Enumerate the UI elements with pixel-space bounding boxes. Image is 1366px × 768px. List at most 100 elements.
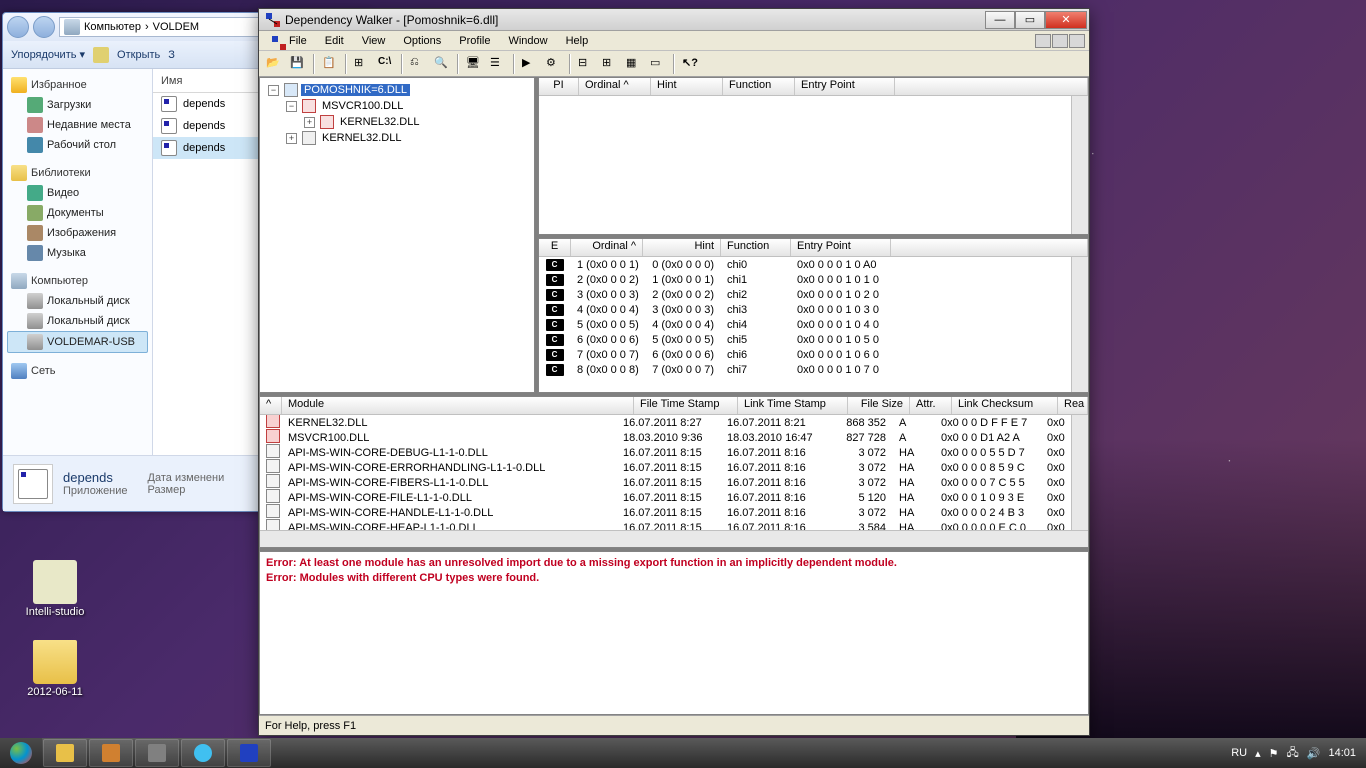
- mdi-restore[interactable]: [1052, 34, 1068, 48]
- imports-list[interactable]: [539, 96, 1071, 234]
- whatsthis-button[interactable]: ↖?: [679, 53, 701, 75]
- save-button[interactable]: 💾: [287, 53, 309, 75]
- module-row[interactable]: API-MS-WIN-CORE-DEBUG-L1-1-0.DLL16.07.20…: [260, 445, 1071, 460]
- tray-flag-icon[interactable]: ▴: [1255, 747, 1261, 760]
- lang-indicator[interactable]: RU: [1231, 747, 1247, 759]
- col-icon[interactable]: ^: [260, 397, 282, 414]
- module-row[interactable]: API-MS-WIN-CORE-HEAP-L1-1-0.DLL16.07.201…: [260, 520, 1071, 530]
- desktop-icon-intelli-studio[interactable]: Intelli-studio: [20, 560, 90, 618]
- maximize-button[interactable]: ▭: [1015, 11, 1045, 29]
- col-linkchecksum[interactable]: Link Checksum: [952, 397, 1058, 414]
- scrollbar[interactable]: [1071, 257, 1088, 392]
- clock[interactable]: 14:01: [1328, 747, 1356, 759]
- undecorate-button[interactable]: ⎌: [407, 53, 429, 75]
- task-skype[interactable]: [181, 739, 225, 767]
- scrollbar[interactable]: [1071, 96, 1088, 234]
- menu-view[interactable]: View: [354, 33, 394, 49]
- col-entrypoint[interactable]: Entry Point: [795, 78, 895, 95]
- module-row[interactable]: KERNEL32.DLL16.07.2011 8:2716.07.2011 8:…: [260, 415, 1071, 430]
- col-entrypoint[interactable]: Entry Point: [791, 239, 891, 256]
- col-real[interactable]: Rea: [1058, 397, 1088, 414]
- syspath-button[interactable]: 🖥: [463, 53, 485, 75]
- nav-downloads[interactable]: Загрузки: [7, 95, 148, 115]
- computer-group[interactable]: Компьютер: [7, 271, 148, 291]
- share-button[interactable]: З: [168, 49, 175, 61]
- nav-usb-drive[interactable]: VOLDEMAR-USB: [7, 331, 148, 353]
- col-linktime[interactable]: Link Time Stamp: [738, 397, 848, 414]
- start-button[interactable]: [0, 738, 42, 768]
- profile-button[interactable]: ▶: [519, 53, 541, 75]
- organize-button[interactable]: Упорядочить ▾: [11, 48, 85, 61]
- tray-action-center-icon[interactable]: ⚑: [1269, 747, 1279, 760]
- export-row[interactable]: C8 (0x0 0 0 8)7 (0x0 0 0 7)chi70x0 0 0 0…: [539, 362, 1071, 377]
- tray-network-icon[interactable]: 🖧: [1287, 744, 1299, 763]
- tree-toggle[interactable]: +: [304, 117, 315, 128]
- col-hint[interactable]: Hint: [643, 239, 721, 256]
- export-row[interactable]: C6 (0x0 0 0 6)5 (0x0 0 0 5)chi50x0 0 0 0…: [539, 332, 1071, 347]
- export-row[interactable]: C4 (0x0 0 0 4)3 (0x0 0 0 3)chi30x0 0 0 0…: [539, 302, 1071, 317]
- find-button[interactable]: 🔍: [431, 53, 453, 75]
- configure-button[interactable]: ⚙: [543, 53, 565, 75]
- menu-edit[interactable]: Edit: [317, 33, 352, 49]
- menu-window[interactable]: Window: [500, 33, 555, 49]
- export-row[interactable]: C7 (0x0 0 0 7)6 (0x0 0 0 6)chi60x0 0 0 0…: [539, 347, 1071, 362]
- col-function[interactable]: Function: [723, 78, 795, 95]
- menu-help[interactable]: Help: [558, 33, 597, 49]
- col-pi[interactable]: PI: [539, 78, 579, 95]
- nav-drive-2[interactable]: Локальный диск: [7, 311, 148, 331]
- col-e[interactable]: E: [539, 239, 571, 256]
- minimize-button[interactable]: —: [985, 11, 1015, 29]
- back-button[interactable]: [7, 16, 29, 38]
- properties-button[interactable]: ☰: [487, 53, 509, 75]
- tree-node[interactable]: −POMOSHNIK=6.DLL: [262, 82, 532, 98]
- nav-videos[interactable]: Видео: [7, 183, 148, 203]
- module-row[interactable]: API-MS-WIN-CORE-ERRORHANDLING-L1-1-0.DLL…: [260, 460, 1071, 475]
- col-function[interactable]: Function: [721, 239, 791, 256]
- task-explorer[interactable]: [43, 739, 87, 767]
- view1-button[interactable]: ⊟: [575, 53, 597, 75]
- fullpaths-button[interactable]: C:\: [375, 53, 397, 75]
- view2-button[interactable]: ⊞: [599, 53, 621, 75]
- tree-node[interactable]: +KERNEL32.DLL: [262, 114, 532, 130]
- tree-node[interactable]: −MSVCR100.DLL: [262, 98, 532, 114]
- nav-drive-1[interactable]: Локальный диск: [7, 291, 148, 311]
- export-row[interactable]: C2 (0x0 0 0 2)1 (0x0 0 0 1)chi10x0 0 0 0…: [539, 272, 1071, 287]
- forward-button[interactable]: [33, 16, 55, 38]
- tree-toggle[interactable]: −: [286, 101, 297, 112]
- tree-toggle[interactable]: −: [268, 85, 279, 96]
- module-row[interactable]: MSVCR100.DLL18.03.2010 9:3618.03.2010 16…: [260, 430, 1071, 445]
- export-row[interactable]: C3 (0x0 0 0 3)2 (0x0 0 0 2)chi20x0 0 0 0…: [539, 287, 1071, 302]
- mdi-minimize[interactable]: [1035, 34, 1051, 48]
- col-ordinal[interactable]: Ordinal ^: [579, 78, 651, 95]
- tray-volume-icon[interactable]: 🔊: [1307, 747, 1321, 760]
- col-module[interactable]: Module: [282, 397, 634, 414]
- nav-documents[interactable]: Документы: [7, 203, 148, 223]
- menu-file[interactable]: File: [281, 33, 315, 49]
- scrollbar-horizontal[interactable]: [260, 530, 1088, 547]
- export-row[interactable]: C5 (0x0 0 0 5)4 (0x0 0 0 4)chi40x0 0 0 0…: [539, 317, 1071, 332]
- task-player[interactable]: [89, 739, 133, 767]
- task-depends[interactable]: [227, 739, 271, 767]
- menu-options[interactable]: Options: [395, 33, 449, 49]
- copy-button[interactable]: 📋: [319, 53, 341, 75]
- libraries-group[interactable]: Библиотеки: [7, 163, 148, 183]
- view3-button[interactable]: ▦: [623, 53, 645, 75]
- col-hint[interactable]: Hint: [651, 78, 723, 95]
- tree-toggle[interactable]: +: [286, 133, 297, 144]
- view4-button[interactable]: ▭: [647, 53, 669, 75]
- col-attr[interactable]: Attr.: [910, 397, 952, 414]
- nav-recent[interactable]: Недавние места: [7, 115, 148, 135]
- open-button[interactable]: Открыть: [117, 49, 160, 61]
- module-row[interactable]: API-MS-WIN-CORE-FILE-L1-1-0.DLL16.07.201…: [260, 490, 1071, 505]
- close-button[interactable]: ✕: [1045, 11, 1087, 29]
- nav-music[interactable]: Музыка: [7, 243, 148, 263]
- modules-list[interactable]: KERNEL32.DLL16.07.2011 8:2716.07.2011 8:…: [260, 415, 1071, 530]
- open-button[interactable]: 📂: [263, 53, 285, 75]
- log-pane[interactable]: Error: At least one module has an unreso…: [259, 551, 1089, 715]
- task-app[interactable]: [135, 739, 179, 767]
- exports-list[interactable]: C1 (0x0 0 0 1)0 (0x0 0 0 0)chi00x0 0 0 0…: [539, 257, 1071, 392]
- col-filesize[interactable]: File Size: [848, 397, 910, 414]
- col-ordinal[interactable]: Ordinal ^: [571, 239, 643, 256]
- scrollbar[interactable]: [1071, 415, 1088, 530]
- autoexpand-button[interactable]: ⊞: [351, 53, 373, 75]
